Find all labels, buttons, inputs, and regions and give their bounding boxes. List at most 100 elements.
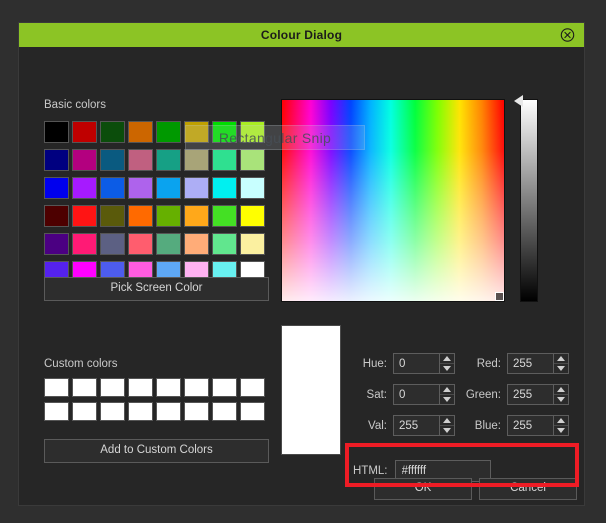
custom-color-swatch-r2-c2[interactable] (72, 402, 97, 421)
red-stepper[interactable] (507, 353, 569, 374)
basic-color-swatch-r4-c3[interactable] (100, 205, 125, 227)
basic-color-swatch-r1-c4[interactable] (128, 121, 153, 143)
custom-color-swatch-r2-c1[interactable] (44, 402, 69, 421)
basic-color-swatch-r4-c7[interactable] (212, 205, 237, 227)
basic-color-swatch-r1-c6[interactable] (184, 121, 209, 143)
custom-color-swatch-r2-c8[interactable] (240, 402, 265, 421)
add-to-custom-colors-button[interactable]: Add to Custom Colors (44, 439, 269, 463)
hue-stepper[interactable] (393, 353, 455, 374)
spectrum-cursor-handle[interactable] (495, 292, 504, 301)
custom-color-swatch-r2-c7[interactable] (212, 402, 237, 421)
val-input[interactable] (394, 416, 438, 435)
sat-spin-buttons[interactable] (439, 385, 454, 404)
basic-color-swatch-r4-c6[interactable] (184, 205, 209, 227)
basic-color-swatch-r3-c8[interactable] (240, 177, 265, 199)
green-input[interactable] (508, 385, 552, 404)
basic-color-swatch-r2-c7[interactable] (212, 149, 237, 171)
green-stepper[interactable] (507, 384, 569, 405)
ok-button[interactable]: OK (374, 478, 472, 500)
close-circle-icon[interactable] (560, 28, 575, 43)
basic-color-swatch-r1-c1[interactable] (44, 121, 69, 143)
basic-color-swatch-r2-c2[interactable] (72, 149, 97, 171)
blue-spin-buttons[interactable] (553, 416, 568, 435)
blue-input[interactable] (508, 416, 552, 435)
cancel-button[interactable]: Cancel (479, 478, 577, 500)
custom-color-swatch-r1-c1[interactable] (44, 378, 69, 397)
red-spin-down-button[interactable] (554, 363, 568, 373)
hue-input[interactable] (394, 354, 438, 373)
custom-color-swatch-r2-c6[interactable] (184, 402, 209, 421)
custom-color-swatch-r2-c3[interactable] (100, 402, 125, 421)
basic-color-swatch-r5-c1[interactable] (44, 233, 69, 255)
basic-color-swatch-r5-c2[interactable] (72, 233, 97, 255)
hue-label: Hue: (362, 357, 387, 370)
custom-color-swatch-r1-c7[interactable] (212, 378, 237, 397)
basic-color-swatch-r2-c5[interactable] (156, 149, 181, 171)
red-spin-buttons[interactable] (553, 354, 568, 373)
custom-color-swatch-r1-c8[interactable] (240, 378, 265, 397)
basic-color-swatch-r1-c5[interactable] (156, 121, 181, 143)
hue-spin-down-button[interactable] (440, 363, 454, 373)
custom-color-swatch-r2-c4[interactable] (128, 402, 153, 421)
basic-color-swatch-r1-c8[interactable] (240, 121, 265, 143)
custom-color-swatch-r1-c4[interactable] (128, 378, 153, 397)
color-spectrum-gradient[interactable] (282, 100, 504, 301)
basic-color-swatch-r1-c3[interactable] (100, 121, 125, 143)
basic-color-swatch-r3-c6[interactable] (184, 177, 209, 199)
green-spin-up-button[interactable] (554, 385, 568, 394)
value-brightness-slider[interactable] (520, 99, 538, 302)
blue-stepper[interactable] (507, 415, 569, 436)
custom-color-swatch-r1-c5[interactable] (156, 378, 181, 397)
basic-color-swatch-r3-c2[interactable] (72, 177, 97, 199)
val-stepper[interactable] (393, 415, 455, 436)
basic-color-swatch-r5-c6[interactable] (184, 233, 209, 255)
basic-color-swatch-r3-c7[interactable] (212, 177, 237, 199)
basic-color-swatch-r4-c2[interactable] (72, 205, 97, 227)
basic-color-swatch-r1-c7[interactable] (212, 121, 237, 143)
custom-color-swatch-r1-c2[interactable] (72, 378, 97, 397)
basic-color-swatch-r3-c3[interactable] (100, 177, 125, 199)
hue-spin-buttons[interactable] (439, 354, 454, 373)
sat-input[interactable] (394, 385, 438, 404)
basic-color-swatch-r2-c6[interactable] (184, 149, 209, 171)
custom-color-swatch-r1-c3[interactable] (100, 378, 125, 397)
val-spin-buttons[interactable] (439, 416, 454, 435)
basic-colors-grid[interactable] (44, 121, 265, 283)
dialog-titlebar: Colour Dialog (19, 23, 584, 47)
basic-color-swatch-r2-c4[interactable] (128, 149, 153, 171)
basic-color-swatch-r5-c4[interactable] (128, 233, 153, 255)
value-slider-handle[interactable] (514, 95, 523, 107)
basic-color-swatch-r4-c8[interactable] (240, 205, 265, 227)
color-spectrum-area[interactable] (281, 99, 505, 302)
sat-spin-up-button[interactable] (440, 385, 454, 394)
val-spin-up-button[interactable] (440, 416, 454, 425)
basic-color-swatch-r4-c5[interactable] (156, 205, 181, 227)
basic-color-swatch-r3-c1[interactable] (44, 177, 69, 199)
sat-stepper[interactable] (393, 384, 455, 405)
basic-color-swatch-r3-c5[interactable] (156, 177, 181, 199)
basic-color-swatch-r2-c8[interactable] (240, 149, 265, 171)
pick-screen-color-button[interactable]: Pick Screen Color (44, 277, 269, 301)
basic-color-swatch-r5-c8[interactable] (240, 233, 265, 255)
custom-color-swatch-r1-c6[interactable] (184, 378, 209, 397)
custom-colors-grid[interactable] (44, 378, 265, 421)
red-spin-up-button[interactable] (554, 354, 568, 363)
basic-color-swatch-r4-c1[interactable] (44, 205, 69, 227)
basic-color-swatch-r4-c4[interactable] (128, 205, 153, 227)
basic-color-swatch-r5-c7[interactable] (212, 233, 237, 255)
green-spin-buttons[interactable] (553, 385, 568, 404)
hue-spin-up-button[interactable] (440, 354, 454, 363)
blue-spin-up-button[interactable] (554, 416, 568, 425)
basic-color-swatch-r5-c5[interactable] (156, 233, 181, 255)
basic-color-swatch-r2-c1[interactable] (44, 149, 69, 171)
custom-color-swatch-r2-c5[interactable] (156, 402, 181, 421)
green-spin-down-button[interactable] (554, 394, 568, 404)
basic-color-swatch-r5-c3[interactable] (100, 233, 125, 255)
val-spin-down-button[interactable] (440, 425, 454, 435)
basic-color-swatch-r1-c2[interactable] (72, 121, 97, 143)
sat-spin-down-button[interactable] (440, 394, 454, 404)
basic-color-swatch-r2-c3[interactable] (100, 149, 125, 171)
red-input[interactable] (508, 354, 552, 373)
basic-color-swatch-r3-c4[interactable] (128, 177, 153, 199)
blue-spin-down-button[interactable] (554, 425, 568, 435)
